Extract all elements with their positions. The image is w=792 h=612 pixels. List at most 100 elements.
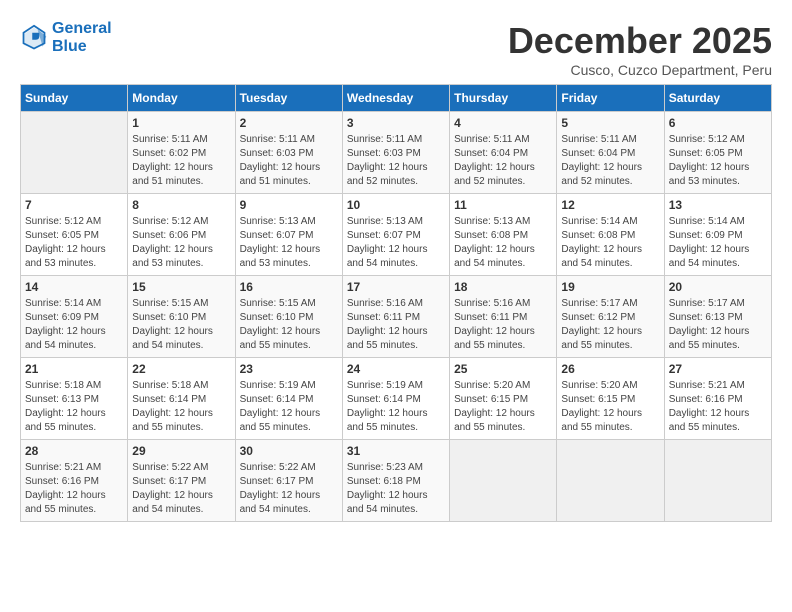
calendar-cell: 19 Sunrise: 5:17 AMSunset: 6:12 PMDayligh… bbox=[557, 276, 664, 358]
calendar-cell bbox=[450, 440, 557, 522]
day-number: 22 bbox=[132, 362, 230, 376]
day-number: 17 bbox=[347, 280, 445, 294]
calendar-cell: 31Sunrise: 5:23 AMSunset: 6:18 PMDayligh… bbox=[342, 440, 449, 522]
day-number: 11 bbox=[454, 198, 552, 212]
day-info: Sunrise: 5:23 AMSunset: 6:18 PMDaylight:… bbox=[347, 461, 445, 517]
day-number: 14 bbox=[25, 280, 123, 294]
day-number: 13 bbox=[669, 198, 767, 212]
calendar-cell bbox=[21, 112, 128, 194]
day-info: Sunrise: 5:20 AMSunset: 6:15 PMDaylight:… bbox=[561, 379, 659, 435]
day-info: Sunrise: 5:18 AMSunset: 6:14 PMDaylight:… bbox=[132, 379, 230, 435]
day-info: Sunrise: 5:11 AMSunset: 6:04 PMDaylight:… bbox=[454, 133, 552, 189]
calendar-cell: 24 Sunrise: 5:19 AMSunset: 6:14 PMDayligh… bbox=[342, 358, 449, 440]
day-info: Sunrise: 5:16 AMSunset: 6:11 PMDaylight:… bbox=[454, 297, 552, 353]
calendar-cell: 3 Sunrise: 5:11 AMSunset: 6:03 PMDaylight… bbox=[342, 112, 449, 194]
logo-icon bbox=[20, 24, 48, 52]
calendar-cell: 28Sunrise: 5:21 AMSunset: 6:16 PMDayligh… bbox=[21, 440, 128, 522]
day-number: 27 bbox=[669, 362, 767, 376]
day-number: 1 bbox=[132, 116, 230, 130]
day-number: 18 bbox=[454, 280, 552, 294]
calendar-cell: 10 Sunrise: 5:13 AMSunset: 6:07 PMDayligh… bbox=[342, 194, 449, 276]
calendar-cell: 12 Sunrise: 5:14 AMSunset: 6:08 PMDayligh… bbox=[557, 194, 664, 276]
day-info: Sunrise: 5:21 AMSunset: 6:16 PMDaylight:… bbox=[25, 461, 123, 517]
calendar-week-row: 21 Sunrise: 5:18 AMSunset: 6:13 PMDayligh… bbox=[21, 358, 772, 440]
day-info: Sunrise: 5:14 AMSunset: 6:08 PMDaylight:… bbox=[561, 215, 659, 271]
calendar-cell: 27 Sunrise: 5:21 AMSunset: 6:16 PMDayligh… bbox=[664, 358, 771, 440]
calendar-cell: 2 Sunrise: 5:11 AMSunset: 6:03 PMDaylight… bbox=[235, 112, 342, 194]
title-area: December 2025 Cusco, Cuzco Department, P… bbox=[508, 20, 772, 78]
day-number: 7 bbox=[25, 198, 123, 212]
day-number: 3 bbox=[347, 116, 445, 130]
calendar-week-row: 28Sunrise: 5:21 AMSunset: 6:16 PMDayligh… bbox=[21, 440, 772, 522]
calendar-cell: 22 Sunrise: 5:18 AMSunset: 6:14 PMDayligh… bbox=[128, 358, 235, 440]
day-number: 12 bbox=[561, 198, 659, 212]
day-number: 16 bbox=[240, 280, 338, 294]
calendar-cell: 30Sunrise: 5:22 AMSunset: 6:17 PMDayligh… bbox=[235, 440, 342, 522]
day-info: Sunrise: 5:11 AMSunset: 6:03 PMDaylight:… bbox=[347, 133, 445, 189]
month-title: December 2025 bbox=[508, 20, 772, 62]
day-number: 9 bbox=[240, 198, 338, 212]
logo: General Blue bbox=[20, 20, 112, 56]
day-number: 20 bbox=[669, 280, 767, 294]
logo-text: General Blue bbox=[52, 20, 112, 56]
calendar-cell: 6 Sunrise: 5:12 AMSunset: 6:05 PMDaylight… bbox=[664, 112, 771, 194]
day-number: 25 bbox=[454, 362, 552, 376]
day-info: Sunrise: 5:17 AMSunset: 6:12 PMDaylight:… bbox=[561, 297, 659, 353]
calendar-cell: 7 Sunrise: 5:12 AMSunset: 6:05 PMDaylight… bbox=[21, 194, 128, 276]
day-number: 19 bbox=[561, 280, 659, 294]
day-info: Sunrise: 5:11 AMSunset: 6:02 PMDaylight:… bbox=[132, 133, 230, 189]
calendar-table: SundayMondayTuesdayWednesdayThursdayFrid… bbox=[20, 84, 772, 522]
calendar-cell bbox=[557, 440, 664, 522]
day-info: Sunrise: 5:13 AMSunset: 6:07 PMDaylight:… bbox=[240, 215, 338, 271]
day-number: 5 bbox=[561, 116, 659, 130]
day-info: Sunrise: 5:22 AMSunset: 6:17 PMDaylight:… bbox=[240, 461, 338, 517]
calendar-cell: 5 Sunrise: 5:11 AMSunset: 6:04 PMDaylight… bbox=[557, 112, 664, 194]
calendar-week-row: 1 Sunrise: 5:11 AMSunset: 6:02 PMDaylight… bbox=[21, 112, 772, 194]
day-info: Sunrise: 5:14 AMSunset: 6:09 PMDaylight:… bbox=[669, 215, 767, 271]
day-info: Sunrise: 5:12 AMSunset: 6:06 PMDaylight:… bbox=[132, 215, 230, 271]
calendar-cell bbox=[664, 440, 771, 522]
calendar-body: 1 Sunrise: 5:11 AMSunset: 6:02 PMDaylight… bbox=[21, 112, 772, 522]
page-header: General Blue December 2025 Cusco, Cuzco … bbox=[20, 20, 772, 78]
calendar-cell: 23Sunrise: 5:19 AMSunset: 6:14 PMDayligh… bbox=[235, 358, 342, 440]
day-info: Sunrise: 5:19 AMSunset: 6:14 PMDaylight:… bbox=[347, 379, 445, 435]
calendar-week-row: 14 Sunrise: 5:14 AMSunset: 6:09 PMDayligh… bbox=[21, 276, 772, 358]
day-number: 24 bbox=[347, 362, 445, 376]
calendar-cell: 8Sunrise: 5:12 AMSunset: 6:06 PMDaylight… bbox=[128, 194, 235, 276]
header-day: Sunday bbox=[21, 85, 128, 112]
calendar-cell: 14 Sunrise: 5:14 AMSunset: 6:09 PMDayligh… bbox=[21, 276, 128, 358]
calendar-cell: 1 Sunrise: 5:11 AMSunset: 6:02 PMDaylight… bbox=[128, 112, 235, 194]
day-info: Sunrise: 5:21 AMSunset: 6:16 PMDaylight:… bbox=[669, 379, 767, 435]
day-number: 2 bbox=[240, 116, 338, 130]
day-info: Sunrise: 5:11 AMSunset: 6:04 PMDaylight:… bbox=[561, 133, 659, 189]
day-info: Sunrise: 5:15 AMSunset: 6:10 PMDaylight:… bbox=[240, 297, 338, 353]
calendar-cell: 21 Sunrise: 5:18 AMSunset: 6:13 PMDayligh… bbox=[21, 358, 128, 440]
day-info: Sunrise: 5:12 AMSunset: 6:05 PMDaylight:… bbox=[669, 133, 767, 189]
calendar-cell: 15Sunrise: 5:15 AMSunset: 6:10 PMDayligh… bbox=[128, 276, 235, 358]
day-info: Sunrise: 5:11 AMSunset: 6:03 PMDaylight:… bbox=[240, 133, 338, 189]
day-info: Sunrise: 5:12 AMSunset: 6:05 PMDaylight:… bbox=[25, 215, 123, 271]
calendar-cell: 25 Sunrise: 5:20 AMSunset: 6:15 PMDayligh… bbox=[450, 358, 557, 440]
header-day: Thursday bbox=[450, 85, 557, 112]
header-row: SundayMondayTuesdayWednesdayThursdayFrid… bbox=[21, 85, 772, 112]
day-info: Sunrise: 5:16 AMSunset: 6:11 PMDaylight:… bbox=[347, 297, 445, 353]
header-day: Saturday bbox=[664, 85, 771, 112]
calendar-cell: 16 Sunrise: 5:15 AMSunset: 6:10 PMDayligh… bbox=[235, 276, 342, 358]
day-number: 21 bbox=[25, 362, 123, 376]
day-info: Sunrise: 5:13 AMSunset: 6:07 PMDaylight:… bbox=[347, 215, 445, 271]
day-info: Sunrise: 5:14 AMSunset: 6:09 PMDaylight:… bbox=[25, 297, 123, 353]
header-day: Wednesday bbox=[342, 85, 449, 112]
day-number: 10 bbox=[347, 198, 445, 212]
calendar-cell: 29Sunrise: 5:22 AMSunset: 6:17 PMDayligh… bbox=[128, 440, 235, 522]
header-day: Friday bbox=[557, 85, 664, 112]
calendar-cell: 20 Sunrise: 5:17 AMSunset: 6:13 PMDayligh… bbox=[664, 276, 771, 358]
day-number: 6 bbox=[669, 116, 767, 130]
day-info: Sunrise: 5:18 AMSunset: 6:13 PMDaylight:… bbox=[25, 379, 123, 435]
calendar-header: SundayMondayTuesdayWednesdayThursdayFrid… bbox=[21, 85, 772, 112]
header-day: Tuesday bbox=[235, 85, 342, 112]
day-number: 29 bbox=[132, 444, 230, 458]
day-info: Sunrise: 5:17 AMSunset: 6:13 PMDaylight:… bbox=[669, 297, 767, 353]
day-number: 23 bbox=[240, 362, 338, 376]
day-info: Sunrise: 5:20 AMSunset: 6:15 PMDaylight:… bbox=[454, 379, 552, 435]
location-subtitle: Cusco, Cuzco Department, Peru bbox=[508, 62, 772, 78]
